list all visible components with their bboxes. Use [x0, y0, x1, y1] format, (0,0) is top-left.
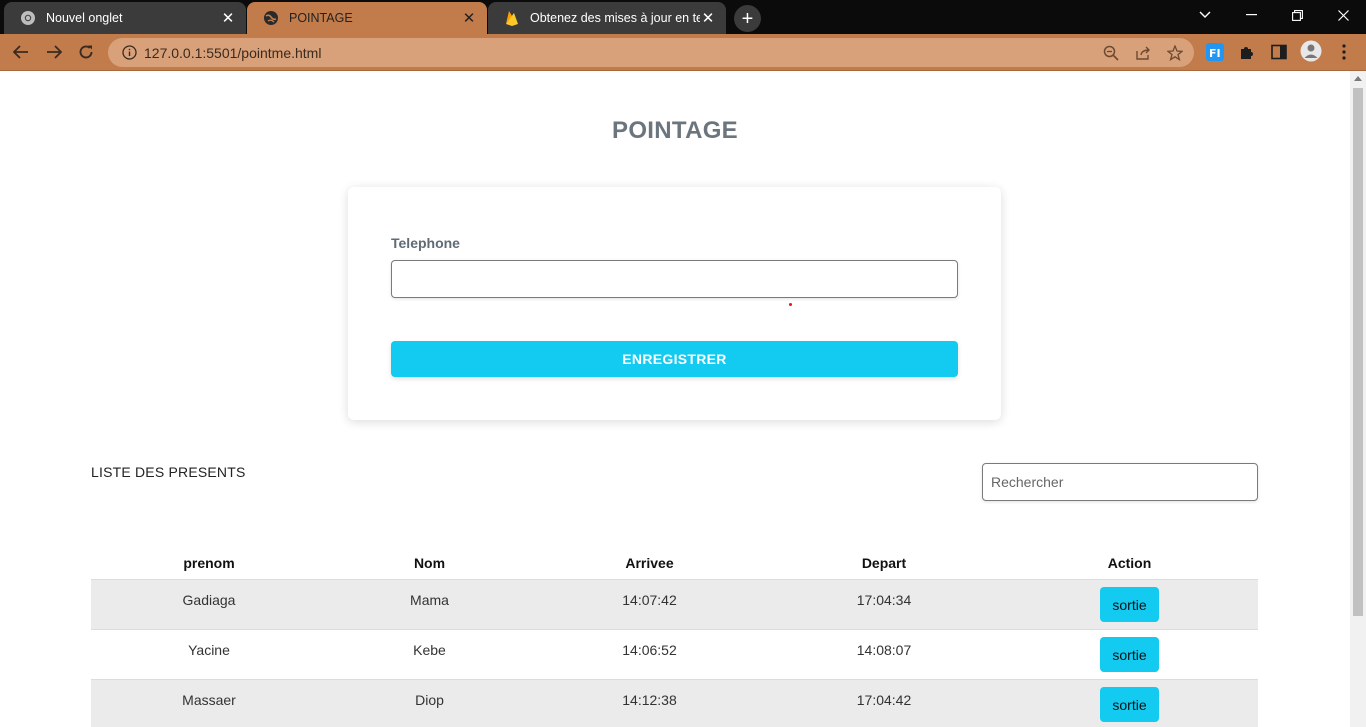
cell-prenom: Gadiaga	[182, 592, 236, 608]
cell-nom: Mama	[410, 592, 449, 608]
extensions-puzzle-icon[interactable]	[1236, 41, 1258, 63]
sortie-button[interactable]: sortie	[1100, 637, 1159, 672]
cell-prenom: Massaer	[182, 692, 236, 708]
share-icon[interactable]	[1134, 44, 1152, 62]
column-header-depart: Depart	[861, 555, 907, 571]
scrollbar-thumb[interactable]	[1353, 88, 1363, 616]
cell-depart: 14:08:07	[856, 642, 912, 658]
minimize-icon[interactable]	[1228, 0, 1274, 30]
tab-title: POINTAGE	[289, 11, 353, 25]
tab-pointage[interactable]: POINTAGE ✕	[247, 2, 487, 34]
globe-icon	[263, 10, 279, 26]
table-header: prenom Nom Arrivee Depart Action	[91, 547, 1258, 580]
phone-label: Telephone	[391, 235, 460, 251]
profile-avatar-icon[interactable]	[1300, 40, 1322, 62]
extension-fi-icon[interactable]: FI	[1204, 41, 1226, 63]
table-row: Yacine Kebe 14:06:52 14:08:07 sortie	[91, 630, 1258, 680]
bookmark-star-icon[interactable]	[1166, 44, 1184, 62]
column-header-nom: Nom	[413, 555, 446, 571]
tab-new-tab[interactable]: Nouvel onglet ✕	[4, 2, 246, 34]
url-text: 127.0.0.1:5501/pointme.html	[144, 44, 322, 61]
page-viewport: POINTAGE Telephone ENREGISTRER LISTE DES…	[0, 71, 1350, 727]
menu-dots-icon[interactable]	[1333, 41, 1355, 63]
column-header-arrivee: Arrivee	[625, 555, 674, 571]
zoom-icon[interactable]	[1102, 44, 1120, 62]
address-bar[interactable]: 127.0.0.1:5501/pointme.html	[108, 38, 1194, 67]
cursor-dot	[789, 303, 792, 306]
cell-nom: Diop	[415, 692, 444, 708]
restore-icon[interactable]	[1274, 0, 1320, 30]
cell-depart: 17:04:34	[856, 592, 912, 608]
firebase-icon	[504, 10, 520, 26]
close-icon[interactable]: ✕	[461, 10, 477, 27]
page-title: POINTAGE	[612, 117, 738, 144]
back-icon[interactable]	[7, 38, 35, 66]
column-header-prenom: prenom	[183, 555, 235, 571]
cell-arrivee: 14:12:38	[622, 692, 677, 708]
table-row: Massaer Diop 14:12:38 17:04:42 sortie	[91, 680, 1258, 727]
phone-input[interactable]	[391, 260, 958, 298]
cell-nom: Kebe	[413, 642, 446, 658]
cell-prenom: Yacine	[188, 642, 230, 658]
svg-text:FI: FI	[1209, 47, 1221, 60]
table-row: Gadiaga Mama 14:07:42 17:04:34 sortie	[91, 580, 1258, 630]
reload-icon[interactable]	[72, 38, 100, 66]
search-input[interactable]: Rechercher	[982, 463, 1258, 501]
tab-title: Nouvel onglet	[46, 11, 123, 25]
new-tab-button[interactable]: +	[734, 5, 761, 32]
cell-action: sortie	[1001, 580, 1258, 629]
close-icon[interactable]: ✕	[220, 10, 236, 27]
cell-arrivee: 14:07:42	[622, 592, 677, 608]
cell-arrivee: 14:06:52	[622, 642, 677, 658]
sortie-button[interactable]: sortie	[1100, 687, 1159, 722]
sortie-button[interactable]: sortie	[1100, 587, 1159, 622]
tab-search-icon[interactable]	[1182, 0, 1228, 30]
scroll-up-icon[interactable]	[1354, 76, 1362, 81]
info-icon[interactable]	[116, 45, 142, 60]
chrome-icon	[20, 10, 36, 26]
close-icon[interactable]: ✕	[700, 10, 716, 27]
list-title: LISTE DES PRESENTS	[91, 464, 246, 480]
side-panel-icon[interactable]	[1268, 41, 1290, 63]
tab-strip: Nouvel onglet ✕ POINTAGE ✕ Obtenez des m…	[0, 0, 1366, 34]
vertical-scrollbar[interactable]	[1350, 71, 1366, 727]
cell-depart: 17:04:42	[856, 692, 912, 708]
column-header-action: Action	[1107, 555, 1152, 571]
enregistrer-button[interactable]: ENREGISTRER	[391, 341, 958, 377]
tab-firebase[interactable]: Obtenez des mises à jour en temps ✕	[488, 2, 726, 34]
tab-title: Obtenez des mises à jour en temps	[530, 11, 700, 25]
cell-action: sortie	[1001, 680, 1258, 727]
cell-action: sortie	[1001, 630, 1258, 679]
forward-icon[interactable]	[40, 38, 68, 66]
pointage-form-card: Telephone ENREGISTRER	[348, 187, 1001, 420]
window-close-icon[interactable]	[1320, 0, 1366, 30]
presence-table: prenom Nom Arrivee Depart Action Gadiaga…	[91, 547, 1258, 727]
browser-toolbar: 127.0.0.1:5501/pointme.html FI	[0, 34, 1366, 71]
